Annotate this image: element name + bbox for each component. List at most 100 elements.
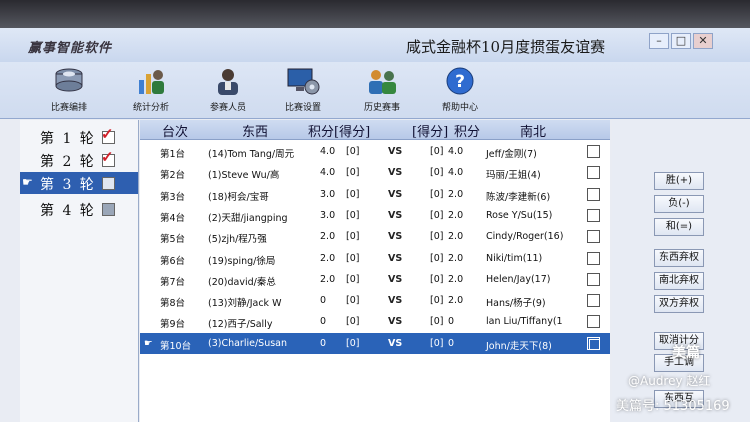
toolbar-button-players[interactable]: 参赛人员 [193, 66, 263, 116]
table-row[interactable]: 第6台 (19)sping/徐局 2.0 [0] VS [0] 2.0 Niki/tim(11… [140, 248, 610, 269]
row-checkbox[interactable] [587, 251, 600, 265]
row-table-number: 第6台 [160, 255, 186, 267]
row-ns-score: [0] [430, 146, 444, 157]
watermark-id: 美篇号: 51305169 [616, 399, 730, 414]
row-east-west-pair: (20)david/秦总 [208, 276, 276, 288]
row-ns-score: [0] [430, 273, 444, 285]
row-ns-points: 2.0 [448, 209, 464, 221]
minimize-button[interactable]: – [649, 33, 669, 49]
draw-button[interactable]: 和(=) [654, 218, 704, 236]
toolbar-button-schedule[interactable]: 比赛编排 [34, 66, 104, 116]
round-label: 第 4 轮 [40, 203, 96, 219]
row-checkbox[interactable] [587, 294, 600, 308]
row-ns-score: [0] [430, 188, 444, 200]
row-ew-score: [0] [346, 231, 360, 243]
row-ew-score: [0] [346, 316, 360, 328]
row-checkbox[interactable] [587, 272, 600, 286]
row-north-south-pair: Rose Y/Su(15) [486, 209, 553, 221]
row-ew-score: [0] [346, 337, 360, 349]
row-vs: VS [388, 273, 403, 285]
row-ew-points: 2.0 [320, 231, 336, 243]
round-item-2[interactable]: 第 2 轮 ✓ [20, 148, 138, 171]
round-checkbox[interactable] [102, 177, 115, 190]
toolbar-button-history[interactable]: 历史赛事 [347, 66, 417, 116]
row-vs: VS [388, 316, 403, 328]
toolbar-button-stats[interactable]: 统计分析 [116, 66, 186, 116]
table-row[interactable]: 第7台 (20)david/秦总 2.0 [0] VS [0] 2.0 Helen/Jay(1… [140, 269, 610, 290]
row-checkbox[interactable] [587, 315, 600, 329]
row-east-west-pair: (19)sping/徐局 [208, 255, 276, 267]
table-row[interactable]: ☛ 第10台 (3)Charlie/Susan 0 [0] VS [0] 0 John/走天下(… [140, 332, 610, 354]
row-east-west-pair: (18)柯会/宝哥 [208, 191, 269, 203]
lose-button[interactable]: 负(-) [654, 195, 704, 213]
row-vs: VS [388, 146, 403, 157]
row-ew-score: [0] [346, 209, 360, 221]
round-item-3[interactable]: ☛ 第 3 轮 [20, 172, 138, 194]
toolbar-label: 历史赛事 [363, 103, 400, 113]
table-row[interactable]: 第2台 (1)Steve Wu/高 4.0 [0] VS [0] 4.0 玛丽/王姐(4) [140, 162, 610, 183]
help-icon: ? [446, 67, 474, 95]
row-checkbox[interactable] [587, 145, 600, 158]
row-ns-score: [0] [430, 337, 444, 349]
win-button[interactable]: 胜(+) [654, 172, 704, 190]
table-row[interactable]: 第1台 (14)Tom Tang/周元 4.0 [0] VS [0] 4.0 Jeff/金刚(… [140, 141, 610, 162]
toolbar-button-help[interactable]: ? 帮助中心 [425, 66, 495, 116]
row-checkbox[interactable] [587, 230, 600, 244]
row-east-west-pair: (14)Tom Tang/周元 [208, 149, 295, 160]
table-row[interactable]: 第5台 (5)zjh/程乃强 2.0 [0] VS [0] 2.0 Cindy/Roger(1… [140, 226, 610, 247]
checkmark-icon: ✓ [101, 148, 114, 166]
checkmark-icon: ✓ [101, 125, 114, 143]
header-score-ns: [得分] [412, 125, 449, 140]
svg-text:?: ? [455, 72, 465, 92]
row-checkbox[interactable] [587, 336, 600, 350]
row-ew-points: 0 [320, 337, 327, 349]
toolbar-label: 比赛设置 [284, 103, 321, 113]
row-ew-score: [0] [346, 146, 360, 157]
table-row[interactable]: 第9台 (12)西子/Sally 0 [0] VS [0] 0 lan Liu/Tiffany… [140, 311, 610, 332]
round-item-1[interactable]: 第 1 轮 ✓ [20, 125, 138, 148]
row-table-number: 第10台 [160, 340, 192, 352]
both-forfeit-button[interactable]: 双方弃权 [654, 295, 704, 313]
table-row[interactable]: 第4台 (2)天甜/jiangping 3.0 [0] VS [0] 2.0 Rose Y/S… [140, 205, 610, 226]
match-table: 台次 东西 积分 [得分] [得分] 积分 南北 第1台 (14)Tom Tang… [140, 120, 610, 422]
header-points-ew: 积分 [308, 125, 335, 140]
row-checkbox[interactable] [587, 208, 600, 222]
row-ns-points: 4.0 [448, 146, 464, 157]
row-checkbox[interactable] [587, 166, 600, 180]
row-checkbox[interactable] [587, 187, 600, 201]
row-north-south-pair: John/走天下(8) [486, 340, 552, 352]
row-table-number: 第7台 [160, 276, 186, 288]
table-row[interactable]: 第3台 (18)柯会/宝哥 3.0 [0] VS [0] 2.0 陈波/李建新(6) [140, 184, 610, 205]
row-table-number: 第2台 [160, 170, 186, 182]
round-checkbox[interactable] [102, 203, 115, 216]
row-ns-score: [0] [430, 209, 444, 221]
row-north-south-pair: Niki/tim(11) [486, 252, 543, 264]
close-button[interactable]: ✕ [693, 33, 713, 49]
row-ew-points: 2.0 [320, 273, 336, 285]
window-title: 咸式金融杯10月度掼蛋友谊赛 [406, 38, 606, 56]
toolbar-label: 统计分析 [132, 103, 169, 113]
row-ns-points: 2.0 [448, 231, 464, 243]
header-table: 台次 [162, 125, 189, 140]
round-label: 第 2 轮 [40, 154, 96, 170]
round-label: 第 3 轮 [40, 177, 96, 193]
toolbar-label: 比赛编排 [50, 103, 87, 113]
row-table-number: 第9台 [160, 319, 186, 331]
toolbar-button-settings[interactable]: 比赛设置 [268, 66, 338, 116]
monitor-gear-icon [287, 68, 320, 95]
table-row[interactable]: 第8台 (13)刘静/Jack W 0 [0] VS [0] 2.0 Hans/杨子(9) [140, 290, 610, 311]
maximize-button[interactable]: □ [671, 33, 691, 49]
round-item-4[interactable]: 第 4 轮 [20, 198, 138, 220]
row-vs: VS [388, 188, 403, 200]
ns-forfeit-button[interactable]: 南北弃权 [654, 272, 704, 290]
row-north-south-pair: 陈波/李建新(6) [486, 191, 551, 203]
history-people-icon [369, 70, 396, 94]
row-ew-points: 4.0 [320, 167, 336, 179]
row-ns-points: 2.0 [448, 252, 464, 264]
row-ew-score: [0] [346, 252, 360, 264]
pointing-hand-icon: ☛ [22, 175, 33, 189]
row-east-west-pair: (3)Charlie/Susan [208, 337, 288, 349]
ew-forfeit-button[interactable]: 东西弃权 [654, 249, 704, 267]
row-ns-score: [0] [430, 252, 444, 264]
row-ew-points: 0 [320, 295, 327, 307]
